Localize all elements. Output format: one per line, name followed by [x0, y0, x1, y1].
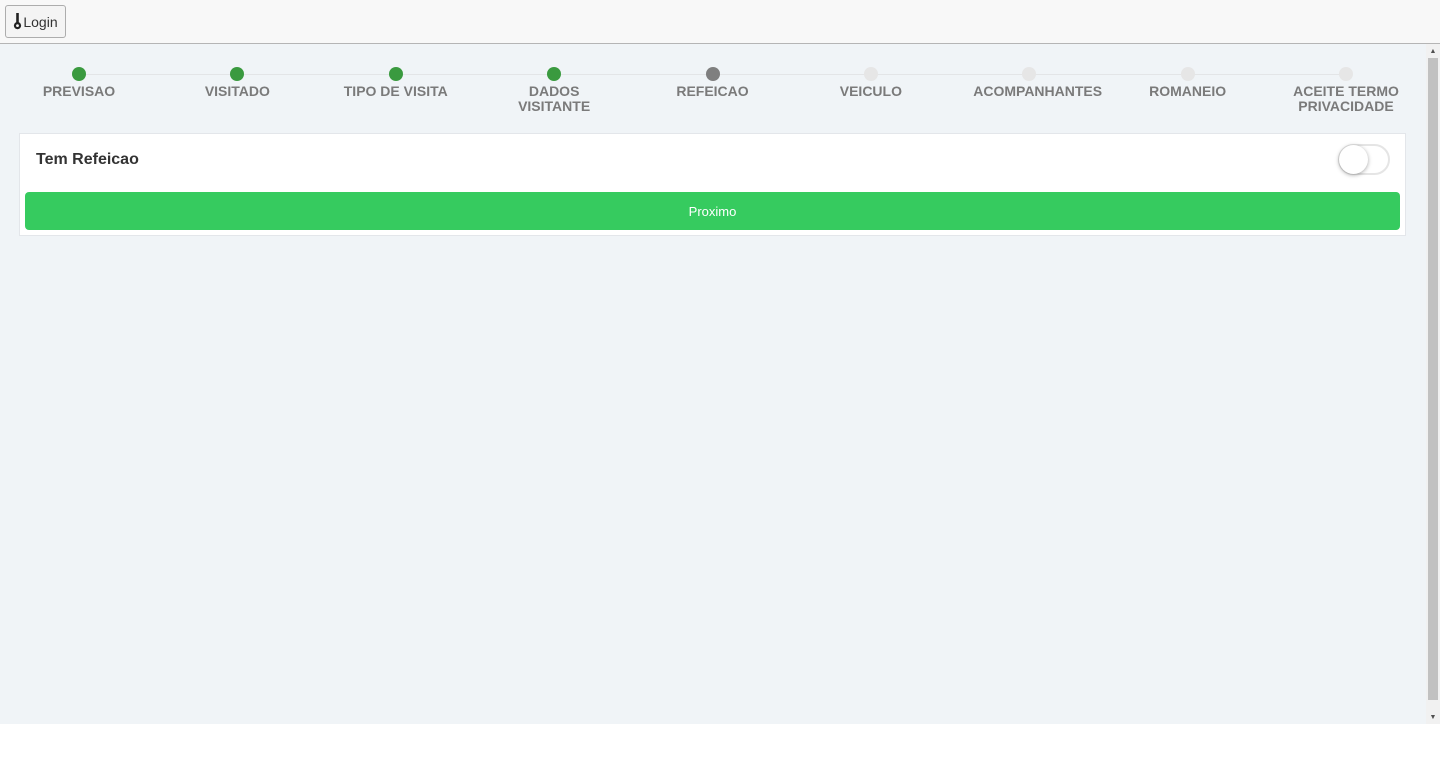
- step-label: ACOMPANHANTES: [973, 83, 1103, 99]
- tem-refeicao-toggle[interactable]: [1338, 144, 1390, 175]
- top-toolbar: Login: [0, 0, 1440, 44]
- login-button[interactable]: Login: [5, 5, 66, 38]
- step-label: ROMANEIO: [1149, 83, 1227, 99]
- login-label: Login: [23, 13, 58, 30]
- main-content: PREVISAO VISITADO TIPO DE VISITA DADOS VISI…: [0, 44, 1426, 724]
- step-dot: [72, 67, 86, 81]
- step-dot: [1339, 67, 1353, 81]
- step-visitado: VISITADO: [157, 66, 317, 99]
- step-dot: [863, 67, 878, 81]
- step-refeicao: REFEICAO: [633, 66, 793, 99]
- step-label: ACEITE TERMO PRIVACIDADE: [1293, 83, 1399, 114]
- step-dot: [1022, 67, 1037, 81]
- scroll-thumb[interactable]: [1428, 58, 1438, 700]
- scroll-up-arrow-icon[interactable]: ▲: [1426, 44, 1440, 58]
- step-dados-visitante: DADOS VISITANTE: [474, 66, 634, 114]
- step-label: TIPO DE VISITA: [343, 83, 448, 99]
- step-label: VISITADO: [204, 83, 270, 99]
- step-romaneio: ROMANEIO: [1108, 66, 1268, 99]
- step-dot: [705, 67, 720, 81]
- step-dot: [230, 67, 245, 81]
- tem-refeicao-label: Tem Refeicao: [36, 151, 139, 168]
- step-dot: [388, 67, 403, 81]
- vertical-scrollbar[interactable]: ▲ ▼: [1426, 44, 1440, 724]
- step-aceite-termo-privacidade: ACEITE TERMO PRIVACIDADE: [1266, 66, 1426, 114]
- step-label: DADOS VISITANTE: [518, 83, 591, 114]
- step-dot: [1180, 67, 1195, 81]
- step-label: REFEICAO: [676, 83, 749, 99]
- step-tipo-de-visita: TIPO DE VISITA: [316, 66, 476, 99]
- step-previsao: PREVISAO: [0, 66, 159, 99]
- key-icon: [14, 13, 22, 30]
- step-acompanhantes: ACOMPANHANTES: [949, 66, 1109, 99]
- refeicao-card: Tem Refeicao Proximo: [19, 133, 1406, 236]
- scroll-down-arrow-icon[interactable]: ▼: [1426, 710, 1440, 724]
- step-label: VEICULO: [839, 83, 902, 99]
- next-button[interactable]: Proximo: [25, 192, 1400, 230]
- toggle-knob: [1339, 145, 1368, 174]
- step-veiculo: VEICULO: [791, 66, 951, 99]
- progress-stepper: PREVISAO VISITADO TIPO DE VISITA DADOS VISI…: [0, 66, 1426, 126]
- step-label: PREVISAO: [42, 83, 116, 99]
- step-dot: [547, 67, 562, 81]
